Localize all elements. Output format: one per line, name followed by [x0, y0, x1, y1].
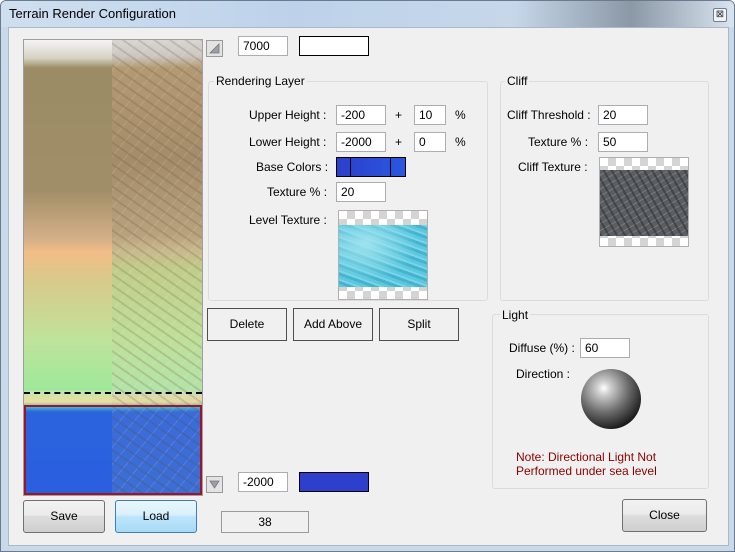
lower-height-input[interactable] — [336, 132, 386, 152]
bottom-color-swatch[interactable] — [299, 472, 369, 492]
base-color-marker-right[interactable] — [390, 158, 391, 176]
split-button[interactable]: Split — [379, 308, 459, 341]
base-colors-picker[interactable] — [336, 157, 406, 177]
status-box: 38 — [221, 511, 309, 533]
client-area: Rendering Layer Upper Height : + % Lower… — [8, 27, 729, 546]
close-button[interactable]: Close — [622, 499, 707, 532]
texture-pct-label: Texture % : — [267, 185, 328, 199]
direction-label: Direction : — [516, 367, 571, 381]
window-title: Terrain Render Configuration — [9, 6, 176, 21]
window-close-icon[interactable]: ⊠ — [713, 8, 727, 22]
texture-pct-input[interactable] — [336, 182, 386, 202]
move-down-button[interactable] — [206, 476, 223, 493]
cliff-texture-label: Cliff Texture : — [518, 160, 588, 174]
terrain-layer-preview[interactable] — [23, 39, 203, 496]
cliff-title: Cliff — [505, 74, 530, 88]
lower-percent-input[interactable] — [414, 132, 446, 152]
move-up-button[interactable] — [206, 40, 223, 57]
upper-height-label: Upper Height : — [249, 108, 327, 122]
delete-button[interactable]: Delete — [207, 308, 287, 341]
sea-level-line — [24, 392, 202, 394]
light-title: Light — [500, 308, 531, 322]
rendering-layer-title: Rendering Layer — [214, 74, 307, 88]
save-button[interactable]: Save — [23, 500, 105, 533]
cliff-threshold-label: Cliff Threshold : — [507, 108, 591, 122]
cliff-texture-preview[interactable] — [599, 157, 689, 247]
top-color-swatch[interactable] — [299, 36, 369, 56]
light-note: Note: Directional Light Not Performed un… — [516, 450, 657, 478]
water-texture-image — [339, 225, 427, 287]
upper-percent-sign: % — [455, 108, 466, 122]
upper-plus-sign: + — [395, 108, 403, 122]
load-button[interactable]: Load — [115, 500, 197, 533]
diffuse-label: Diffuse (%) : — [509, 341, 575, 355]
lower-plus-sign: + — [395, 135, 403, 149]
upper-height-input[interactable] — [336, 105, 386, 125]
rock-texture-image — [600, 170, 688, 236]
add-above-button[interactable]: Add Above — [293, 308, 373, 341]
level-texture-preview[interactable] — [338, 210, 428, 300]
cliff-texture-pct-label: Texture % : — [528, 135, 589, 149]
lower-percent-sign: % — [455, 135, 466, 149]
light-direction-sphere[interactable] — [581, 369, 641, 429]
app-window: Terrain Render Configuration ⊠ Rendering… — [0, 0, 735, 552]
up-arrow-icon — [209, 43, 220, 54]
top-height-input[interactable] — [238, 36, 288, 56]
upper-percent-input[interactable] — [414, 105, 446, 125]
base-color-marker-left[interactable] — [350, 158, 351, 176]
base-colors-label: Base Colors : — [256, 160, 329, 174]
cliff-texture-pct-input[interactable] — [598, 132, 648, 152]
selected-layer-outline[interactable] — [24, 405, 202, 495]
level-texture-label: Level Texture : — [249, 213, 327, 227]
down-arrow-icon — [209, 480, 220, 489]
title-bar: Terrain Render Configuration ⊠ — [1, 1, 734, 27]
diffuse-input[interactable] — [580, 338, 630, 358]
lower-height-label: Lower Height : — [249, 135, 327, 149]
bottom-height-input[interactable] — [238, 472, 288, 492]
cliff-threshold-input[interactable] — [598, 105, 648, 125]
